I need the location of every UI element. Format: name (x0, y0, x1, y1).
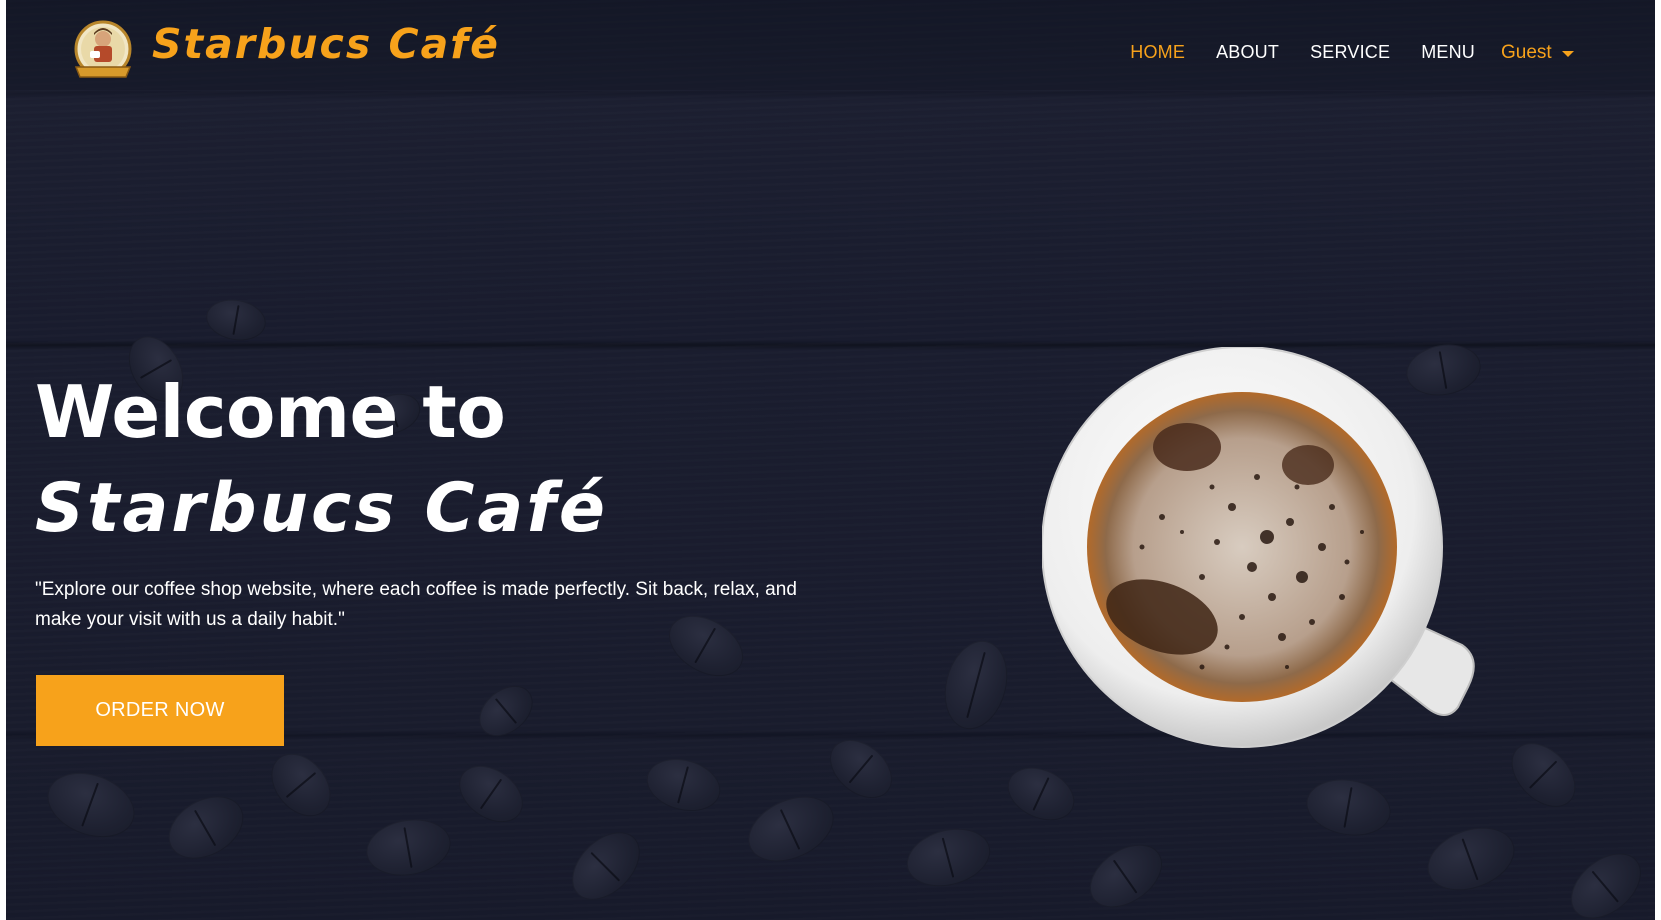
caret-down-icon[interactable] (1561, 51, 1574, 57)
hero-title-line1: Welcome to (35, 370, 506, 454)
nav-menu[interactable]: MENU (1421, 42, 1475, 63)
brand-name[interactable]: Starbucs Café (152, 23, 500, 65)
brand-link[interactable]: Starbucs Café (68, 18, 500, 84)
barista-logo-icon[interactable] (68, 19, 138, 83)
hero-title-line2: Starbucs Café (35, 469, 608, 548)
nav-links: HOME ABOUT SERVICE MENU (1130, 42, 1475, 63)
navbar: Starbucs Café HOME ABOUT SERVICE MENU Gu… (6, 0, 1655, 90)
user-label[interactable]: Guest (1501, 42, 1552, 64)
nav-service[interactable]: SERVICE (1310, 42, 1390, 63)
hero-description: "Explore our coffee shop website, where … (35, 579, 797, 630)
coffee-cup-image (1041, 346, 1502, 757)
order-now-button[interactable]: ORDER NOW (36, 675, 284, 746)
page: Starbucs Café HOME ABOUT SERVICE MENU Gu… (6, 0, 1655, 920)
user-dropdown[interactable]: Guest (1501, 42, 1574, 64)
nav-home[interactable]: HOME (1130, 42, 1185, 63)
nav-about[interactable]: ABOUT (1216, 42, 1279, 63)
